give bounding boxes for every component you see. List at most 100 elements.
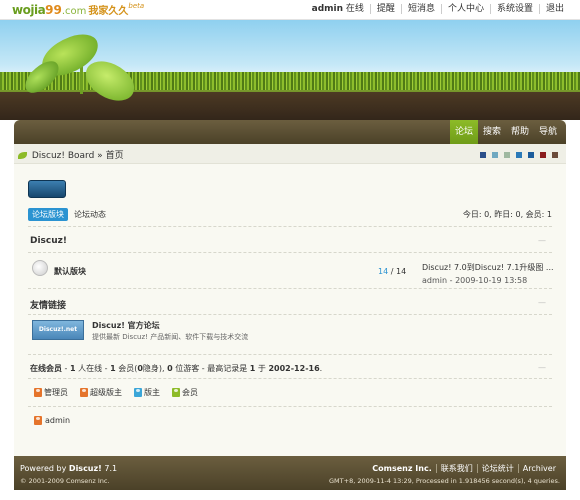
top-username[interactable]: admin	[312, 4, 343, 14]
divider	[28, 252, 552, 253]
footer-link-comsenz[interactable]: Comsenz Inc.	[368, 464, 435, 473]
divider	[28, 354, 552, 355]
main-content: 论坛 搜索 帮助 导航 Discuz! Board » 首页 论坛版块 论坛动态…	[14, 120, 566, 456]
footer-copyright: © 2001-2009 Comsenz Inc.	[20, 477, 110, 485]
nav-tab-forum[interactable]: 论坛	[450, 120, 478, 144]
footer-links: Comsenz Inc. 联系我们 论坛统计 Archiver	[368, 464, 560, 473]
divider	[28, 226, 552, 227]
legend-member: 会员	[182, 388, 198, 397]
online-user[interactable]: admin	[34, 416, 70, 425]
footer-version: 7.1	[104, 464, 118, 473]
top-nav: admin 在线 提醒 短消息 个人中心 系统设置 退出	[306, 4, 570, 14]
admin-icon	[34, 416, 42, 425]
logo-chinese: 我家久久	[88, 6, 129, 17]
top-bar: wojia99.com 我家久久beta admin 在线 提醒 短消息 个人中心…	[0, 0, 580, 20]
top-link-profile[interactable]: 个人中心	[440, 4, 490, 14]
online-summary: 在线会员 - 1 人在线 - 1 会员(0隐身), 0 位游客 - 最高记录是 …	[30, 364, 323, 373]
breadcrumb-current: 首页	[105, 151, 124, 161]
main-nav-tabs: 论坛 搜索 帮助 导航	[450, 120, 562, 144]
forum-topic-count: 14	[378, 267, 389, 276]
collapse-icon[interactable]: —	[538, 363, 546, 372]
online-record: 1	[249, 364, 256, 373]
collapse-icon[interactable]: —	[538, 236, 546, 245]
logo-number: 99	[45, 3, 62, 17]
footer: Powered by Discuz! 7.1 © 2001-2009 Comse…	[14, 456, 566, 490]
top-user-status: 在线	[345, 4, 364, 14]
breadcrumb: Discuz! Board » 首页	[18, 148, 124, 161]
nav-tab-navigation[interactable]: 导航	[534, 120, 562, 144]
super-moderator-icon	[80, 388, 88, 397]
friend-links-title[interactable]: 友情链接	[30, 298, 66, 311]
subtab-activity[interactable]: 论坛动态	[74, 209, 106, 220]
footer-link-archiver[interactable]: Archiver	[517, 464, 560, 473]
online-label[interactable]: 在线会员	[30, 364, 62, 373]
logo-text-prefix: wo	[12, 3, 31, 17]
top-link-logout[interactable]: 退出	[538, 4, 570, 14]
last-post-title[interactable]: Discuz! 7.0到Discuz! 7.1升级图 ...	[422, 261, 554, 274]
style-swatch[interactable]	[540, 152, 546, 158]
style-swatch[interactable]	[516, 152, 522, 158]
collapse-icon[interactable]: —	[538, 298, 546, 307]
last-post-user[interactable]: admin	[422, 276, 447, 285]
leaf-icon	[18, 152, 27, 159]
logo-domain: .com	[61, 6, 87, 17]
divider	[28, 378, 552, 379]
logo-beta: beta	[128, 2, 145, 10]
moderator-icon	[134, 388, 142, 397]
top-link-notify[interactable]: 提醒	[369, 4, 401, 14]
forum-name[interactable]: 默认版块	[54, 266, 86, 277]
style-swatch[interactable]	[492, 152, 498, 158]
style-switcher	[480, 152, 558, 158]
forum-count-separator: /	[390, 267, 394, 276]
category-title[interactable]: Discuz!	[30, 236, 67, 246]
soil-decoration	[0, 92, 580, 120]
friend-link-logo[interactable]: Discuz!.net	[32, 320, 84, 340]
style-swatch[interactable]	[504, 152, 510, 158]
legend-super-moderator: 超级版主	[90, 388, 122, 397]
forum-counts: 14 / 14	[378, 267, 406, 276]
legend-moderator: 版主	[144, 388, 160, 397]
divider	[28, 406, 552, 407]
footer-processed: GMT+8, 2009-11-4 13:29, Processed in 1.9…	[329, 477, 560, 485]
forum-subtabs: 论坛版块 论坛动态	[28, 208, 106, 221]
footer-link-stats[interactable]: 论坛统计	[476, 464, 518, 473]
footer-link-contact[interactable]: 联系我们	[435, 464, 477, 473]
footer-powered: Powered by Discuz! 7.1	[20, 464, 118, 473]
forum-last-post: Discuz! 7.0到Discuz! 7.1升级图 ... admin - 2…	[422, 261, 554, 285]
online-user-name[interactable]: admin	[45, 416, 70, 425]
site-logo[interactable]: wojia99.com 我家久久beta	[12, 2, 144, 17]
online-count: 1	[69, 364, 76, 373]
subtab-forums[interactable]: 论坛版块	[28, 208, 68, 221]
style-swatch[interactable]	[528, 152, 534, 158]
friend-link-name[interactable]: Discuz! 官方论坛	[92, 320, 160, 331]
style-swatch[interactable]	[552, 152, 558, 158]
main-nav-bar: 论坛 搜索 帮助 导航	[14, 120, 566, 144]
forum-post-count: 14	[395, 267, 407, 276]
top-user[interactable]: admin 在线	[306, 4, 370, 14]
user-group-legend: 管理员 超级版主 版主 会员	[34, 387, 198, 398]
forum-status-icon	[32, 260, 48, 276]
forum-banner-button[interactable]	[28, 180, 66, 198]
top-link-messages[interactable]: 短消息	[400, 4, 441, 14]
forum-stats: 今日: 0, 昨日: 0, 会员: 1	[462, 210, 552, 219]
logo-text-mid: jia	[30, 3, 46, 17]
sprout-stem	[80, 64, 83, 94]
divider	[28, 314, 552, 315]
friend-link-desc: 提供最新 Discuz! 产品新闻、软件下载与技术交流	[92, 333, 249, 341]
top-link-settings[interactable]: 系统设置	[489, 4, 539, 14]
admin-icon	[34, 388, 42, 397]
nav-tab-search[interactable]: 搜索	[478, 120, 506, 144]
legend-admin: 管理员	[44, 388, 68, 397]
divider	[28, 288, 552, 289]
member-icon	[172, 388, 180, 397]
breadcrumb-board[interactable]: Discuz! Board	[32, 151, 94, 161]
last-post-time: 2009-10-19 13:58	[455, 276, 528, 285]
breadcrumb-bar: Discuz! Board » 首页	[14, 144, 566, 164]
breadcrumb-separator: »	[97, 151, 103, 161]
online-members: 1	[110, 364, 116, 373]
footer-product[interactable]: Discuz!	[69, 464, 102, 473]
nav-tab-help[interactable]: 帮助	[506, 120, 534, 144]
header-banner	[0, 20, 580, 120]
style-swatch[interactable]	[480, 152, 486, 158]
online-record-date: 2002-12-16	[268, 364, 320, 373]
